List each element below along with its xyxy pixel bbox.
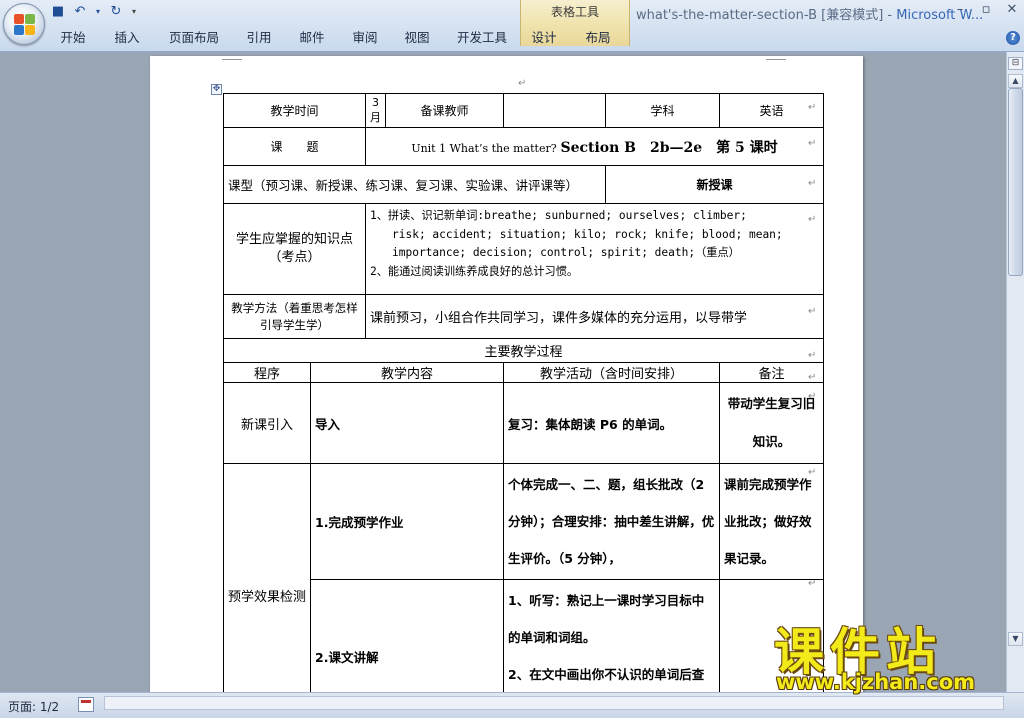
table-row: 预学效果检测 1.完成预学作业 个体完成一、二、题，组长批改（2 分钟）；合理安… — [223, 463, 824, 692]
quick-access-toolbar: ■ ↶ ▾ ↻ ▾ — [50, 3, 138, 21]
horizontal-scrollbar[interactable] — [104, 696, 1004, 710]
knowledge-label: 学生应掌握的知识点（考点） — [223, 203, 366, 295]
row-end-mark: ↵ — [808, 350, 817, 361]
check-stage: 预学效果检测 — [223, 463, 311, 692]
row-end-mark: ↵ — [808, 306, 817, 317]
activity-line: 2、在文中画出你不认识的单词后查字典 — [508, 667, 705, 682]
teacher-value[interactable] — [503, 93, 606, 128]
topic-section: Section B 2b—2e 第 5 课时 — [560, 139, 778, 156]
method-label: 教学方法（着重思考怎样引导学生学） — [223, 294, 366, 339]
lesson-type-value[interactable]: 新授课 — [605, 165, 824, 204]
maximize-button[interactable]: ▫ — [978, 2, 994, 18]
undo-icon[interactable]: ↶ — [72, 4, 88, 20]
method-value[interactable]: 课前预习，小组合作共同学习，课件多媒体的充分运用，以导带学 — [365, 294, 824, 339]
check-item1-activity[interactable]: 个体完成一、二、题，组长批改（2 分钟）；合理安排：抽中差生讲解，优生评价。（5… — [503, 463, 720, 580]
knowledge-line: 2、能通过阅读训练养成良好的总计习惯。 — [370, 264, 579, 278]
window-controls: – ▫ ✕ — [952, 2, 1020, 18]
tab-review[interactable]: 审阅 — [340, 28, 390, 48]
activity-line: 1、听写：熟记上一课时学习目标中的单词和词组。 — [508, 593, 705, 645]
header-stage: 程序 — [223, 362, 311, 383]
row-end-mark: ↵ — [808, 178, 817, 189]
table-row: 学生应掌握的知识点（考点） 1、拼读、识记新单词:breathe; sunbur… — [223, 203, 824, 295]
save-icon[interactable]: ■ — [50, 4, 66, 20]
row-end-mark: ↵ — [808, 372, 817, 383]
table-row: 程序 教学内容 教学活动（含时间安排） 备注 — [223, 362, 824, 383]
tab-design[interactable]: 设计 — [520, 28, 568, 48]
row-end-mark: ↵ — [808, 467, 817, 478]
intro-stage: 新课引入 — [223, 382, 311, 464]
tab-layout[interactable]: 布局 — [568, 28, 628, 48]
help-icon[interactable]: ? — [1006, 31, 1020, 45]
crop-mark — [222, 56, 242, 60]
table-row: 课型（预习课、新授课、练习课、复习课、实验课、讲评课等） 新授课 — [223, 165, 824, 204]
tab-references[interactable]: 引用 — [234, 28, 284, 48]
table-row: 主要教学过程 — [223, 338, 824, 363]
paragraph-mark: ↵ — [518, 78, 527, 89]
row-end-mark: ↵ — [808, 102, 817, 113]
proofing-icon[interactable] — [78, 697, 94, 712]
page-count[interactable]: 页面: 1/2 — [8, 698, 59, 715]
knowledge-line: importance; decision; control; spirit; d… — [392, 246, 740, 259]
view-ruler-icon[interactable]: ⊟ — [1008, 57, 1023, 70]
check-item1-content[interactable]: 1.完成预学作业 — [310, 463, 504, 580]
teaching-time-value[interactable]: 3 月 — [365, 93, 386, 128]
table-move-handle-icon[interactable]: ✥ — [211, 84, 222, 95]
document-area: ✥ ↵ 教学时间 3 月 备课教师 学科 英语 课 题 Unit 1 What’… — [0, 52, 1006, 692]
close-button[interactable]: ✕ — [1004, 2, 1020, 18]
watermark-url: www.kjzhan.com — [776, 670, 976, 694]
intro-activity[interactable]: 复习：集体朗读 P6 的单词。 — [503, 382, 720, 464]
table-row: 教学方法（着重思考怎样引导学生学） 课前预习，小组合作共同学习，课件多媒体的充分… — [223, 294, 824, 339]
check-item2-activity[interactable]: 1、听写：熟记上一课时学习目标中的单词和词组。 2、在文中画出你不认识的单词后查… — [503, 579, 720, 692]
scroll-down-arrow-icon[interactable]: ▼ — [1008, 632, 1023, 646]
ribbon-tabs: 开始 插入 页面布局 引用 邮件 审阅 视图 开发工具 设计 布局 — [46, 28, 628, 48]
table-row: 新课引入 导入 复习：集体朗读 P6 的单词。 带动学生复习旧知识。 — [223, 382, 824, 464]
row-end-mark: ↵ — [808, 391, 817, 402]
header-content: 教学内容 — [310, 362, 504, 383]
knowledge-value[interactable]: 1、拼读、识记新单词:breathe; sunburned; ourselves… — [365, 203, 824, 295]
teacher-label: 备课教师 — [385, 93, 504, 128]
scroll-thumb[interactable] — [1008, 88, 1023, 276]
intro-content[interactable]: 导入 — [310, 382, 504, 464]
vertical-scrollbar[interactable]: ⊟ ▲ ▼ — [1006, 52, 1024, 692]
redo-icon[interactable]: ↻ — [108, 4, 124, 20]
table-tools-label: 表格工具 — [550, 5, 599, 19]
document-title: what's-the-matter-section-B [兼容模式] - — [636, 8, 897, 23]
table-row: 2.课文讲解 1、听写：熟记上一课时学习目标中的单词和词组。 2、在文中画出你不… — [224, 579, 824, 692]
window-title: what's-the-matter-section-B [兼容模式] - Mic… — [636, 4, 983, 23]
tab-view[interactable]: 视图 — [390, 28, 444, 48]
ribbon-header: ■ ↶ ▾ ↻ ▾ 表格工具 what's-the-matter-section… — [0, 0, 1024, 52]
row-end-mark: ↵ — [808, 578, 817, 589]
header-activity: 教学活动（含时间安排） — [503, 362, 720, 383]
lesson-plan-table[interactable]: 教学时间 3 月 备课教师 学科 英语 课 题 Unit 1 What’s th… — [223, 93, 824, 692]
table-row: 教学时间 3 月 备课教师 学科 英语 — [223, 93, 824, 128]
subject-label: 学科 — [605, 93, 720, 128]
lesson-type-label: 课型（预习课、新授课、练习课、复习课、实验课、讲评课等） — [223, 165, 606, 204]
crop-mark — [766, 56, 786, 60]
office-button[interactable] — [3, 3, 45, 45]
check-item1-note[interactable]: 课前完成预学作业批改；做好效果记录。 — [719, 463, 824, 580]
document-page[interactable]: ✥ ↵ 教学时间 3 月 备课教师 学科 英语 课 题 Unit 1 What’… — [150, 56, 863, 692]
process-title: 主要教学过程 — [223, 338, 824, 363]
customize-qat-icon[interactable]: ▾ — [130, 4, 138, 20]
tab-insert[interactable]: 插入 — [100, 28, 154, 48]
check-item2-content[interactable]: 2.课文讲解 — [310, 579, 504, 692]
topic-value[interactable]: Unit 1 What’s the matter? Section B 2b—2… — [365, 127, 824, 166]
watermark: 课件站 www.kjzhan.com — [770, 612, 1010, 698]
minimize-button[interactable]: – — [952, 2, 968, 18]
dropdown-arrow-icon[interactable]: ▾ — [94, 4, 102, 20]
tab-home[interactable]: 开始 — [46, 28, 100, 48]
tab-mailings[interactable]: 邮件 — [284, 28, 340, 48]
office-logo-icon — [14, 14, 36, 36]
scroll-up-arrow-icon[interactable]: ▲ — [1008, 74, 1023, 88]
topic-prefix: Unit 1 What’s the matter? — [411, 141, 557, 155]
knowledge-line: 1、拼读、识记新单词:breathe; sunburned; ourselves… — [370, 209, 747, 222]
row-end-mark: ↵ — [808, 138, 817, 149]
tab-page-layout[interactable]: 页面布局 — [154, 28, 234, 48]
table-row: 课 题 Unit 1 What’s the matter? Section B … — [223, 127, 824, 166]
teaching-time-label: 教学时间 — [223, 93, 366, 128]
row-end-mark: ↵ — [808, 214, 817, 225]
topic-label: 课 题 — [223, 127, 366, 166]
tab-developer[interactable]: 开发工具 — [444, 28, 520, 48]
knowledge-line: risk; accident; situation; kilo; rock; k… — [392, 227, 783, 241]
